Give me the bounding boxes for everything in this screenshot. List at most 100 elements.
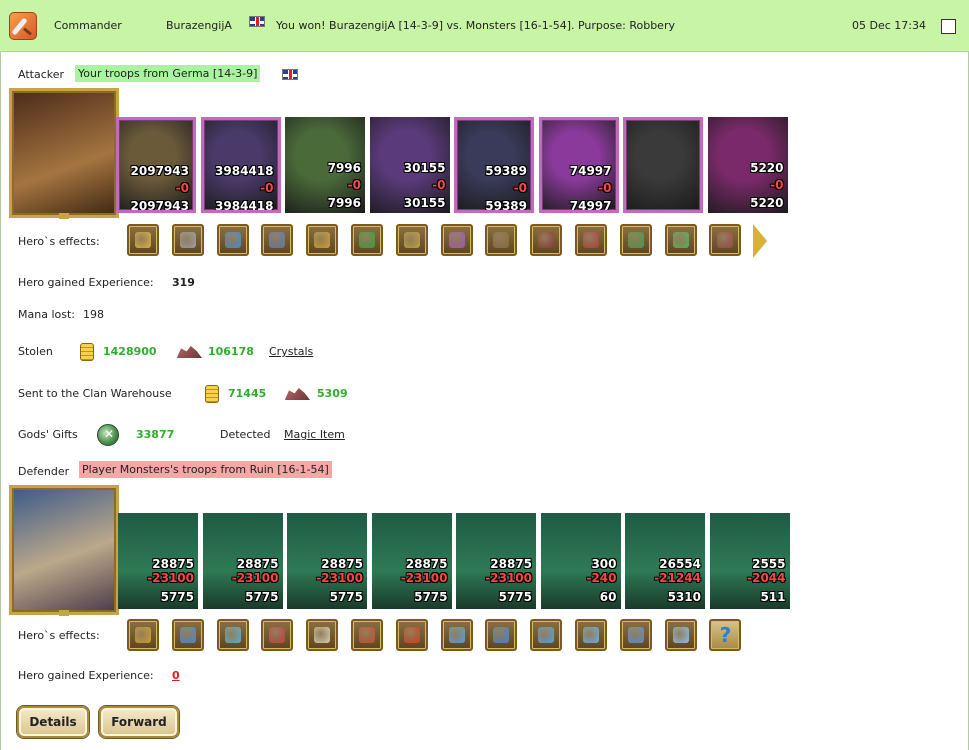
breastplate-icon[interactable] [261,224,294,256]
unit-loss: -23100 [316,571,363,585]
defender-hero-portrait[interactable] [9,485,119,616]
unit-card[interactable]: 74997 -0 74997 [538,117,619,213]
ice-ring-icon[interactable] [530,619,563,651]
stolen-crystals: 106178 [208,345,254,358]
crystal-icon [172,342,204,360]
mana-value: 198 [83,308,104,321]
amulet-icon[interactable] [306,224,339,256]
unit-remaining: 5775 [329,590,363,604]
unit-count: 30155 [403,161,446,175]
details-button[interactable]: Details [17,706,89,738]
unit-count: 2097943 [130,164,189,178]
ice-mage-icon[interactable] [440,619,473,651]
clan-gold: 71445 [228,387,267,400]
unit-card[interactable]: 30155 -0 30155 [369,117,450,213]
unit-card[interactable]: 7996 -0 7996 [285,117,365,213]
horseshoe-heart-icon[interactable] [619,224,652,256]
unit-card[interactable]: 28875 -23100 5775 [202,513,283,609]
gold-icon [77,341,95,361]
unit-card[interactable]: 28875 -23100 5775 [371,513,452,609]
stolen-label: Stolen [18,345,53,358]
uk-flag-icon [282,69,298,80]
battle-message: You won! BurazengijA [14-3-9] vs. Monste… [276,19,675,32]
ice-axe-icon-glyph [583,627,599,643]
cloak-icon-glyph [538,232,555,248]
attacker-troops: Your troops from Germa [14-3-9] [75,65,261,82]
unit-card[interactable] [623,117,703,213]
ice-crystal-icon-glyph [672,627,689,643]
fire-head-icon[interactable] [395,619,428,651]
unit-remaining: 5220 [750,196,784,210]
effects-more-arrow-icon[interactable] [753,224,767,258]
shield-icon-glyph [224,627,241,643]
unit-loss: -0 [260,181,274,195]
armor-icon-glyph [179,232,196,248]
unit-card[interactable]: 59389 -0 59389 [454,117,534,213]
unit-remaining: 2097943 [130,199,189,213]
attacker-label: Attacker [18,68,65,81]
crossed-axes-icon[interactable] [351,619,383,651]
forward-button[interactable]: Forward [99,706,179,738]
unit-loss: -0 [432,178,446,192]
shield-icon[interactable] [216,619,249,651]
gift-orb-icon [97,424,120,446]
gods-gifts-label: Gods' Gifts [18,428,78,441]
ice-axe-icon[interactable] [575,619,607,651]
report-header: Commander BurazengijA You won! Burazengi… [0,0,969,52]
unit-card[interactable]: 3984418 -0 3984418 [200,117,281,213]
magic-item-link[interactable]: Magic Item [284,428,345,441]
unit-loss: -0 [513,181,527,195]
select-checkbox[interactable] [941,19,956,34]
trident-icon[interactable] [395,224,428,256]
gauntlet-icon[interactable] [216,224,249,256]
unit-card[interactable]: 28875 -23100 5775 [456,513,536,609]
club-icon-glyph [493,232,510,248]
club-icon[interactable] [485,224,518,256]
armor-icon[interactable] [171,224,204,256]
stolen-gold: 1428900 [103,345,157,358]
demon-mask-icon[interactable] [261,619,294,651]
question-icon[interactable]: ? [709,619,742,651]
ice-crystal-icon[interactable] [664,619,697,651]
ice-armor-icon[interactable] [485,619,518,651]
unit-count: 59389 [485,164,527,178]
detected-label: Detected [220,428,271,441]
ice-ring-icon-glyph [538,627,555,643]
defender-experience-label: Hero gained Experience: [18,669,154,682]
clover-icon[interactable] [351,224,383,256]
unit-card[interactable]: 26554 -21244 5310 [625,513,705,609]
sword-icon[interactable] [664,224,697,256]
gauntlet-icon-glyph [224,232,241,248]
attacker-hero-portrait[interactable] [9,88,119,219]
clan-crystals: 5309 [317,387,348,400]
unit-remaining: 5775 [414,590,448,604]
unit-card[interactable]: 28875 -23100 5775 [287,513,367,609]
report-datetime: 05 Dec 17:34 [852,19,926,32]
unit-card[interactable]: 5220 -0 5220 [707,117,788,213]
ice-staff-icon[interactable] [619,619,652,651]
arrows-icon[interactable] [171,619,204,651]
unit-card[interactable]: 28875 -23100 5775 [118,513,198,609]
unit-card[interactable]: 300 -240 60 [540,513,621,609]
skeleton-icon[interactable] [306,619,339,651]
wing-icon[interactable] [440,224,473,256]
unit-remaining: 5775 [160,590,194,604]
heart-shield-icon[interactable] [575,224,607,256]
unit-remaining: 5310 [667,590,701,604]
gold-icon [202,383,220,403]
player-name[interactable]: BurazengijA [166,19,232,32]
unit-card[interactable]: 2097943 -0 2097943 [116,117,196,213]
unit-remaining: 5775 [245,590,279,604]
crystals-link[interactable]: Crystals [269,345,313,358]
unit-loss: -240 [586,571,617,585]
cloak-icon[interactable] [530,224,563,256]
helmet-icon[interactable] [127,224,159,256]
twin-daggers-icon[interactable] [709,224,742,256]
helmet-icon-glyph [135,232,151,248]
unit-card[interactable]: 2555 -2044 511 [709,513,790,609]
unit-count: 28875 [236,557,279,571]
hero-level-marker [59,610,69,616]
crossed-axes-icon-glyph [359,627,375,643]
helmet-icon[interactable] [127,619,159,651]
unit-count: 2555 [752,557,786,571]
